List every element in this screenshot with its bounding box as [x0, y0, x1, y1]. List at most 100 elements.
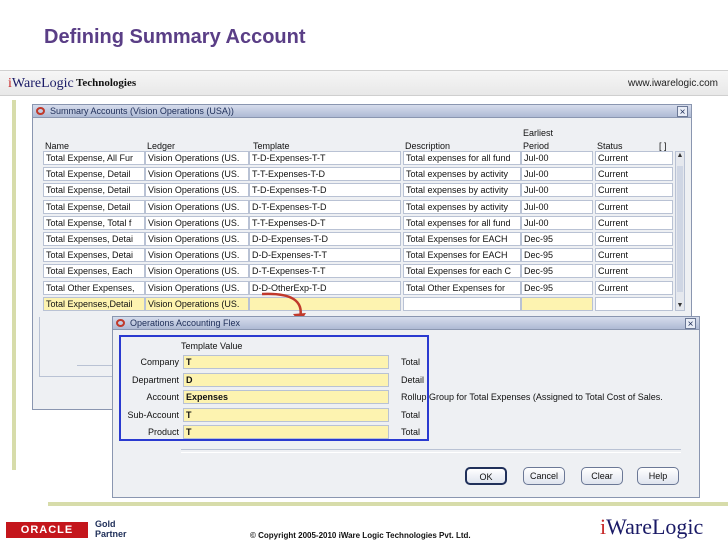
cancel-button[interactable]: Cancel [523, 467, 565, 485]
cell-description[interactable]: Total expenses by activity [403, 199, 521, 214]
cell-template[interactable]: D-D-Expenses-T-T [249, 248, 401, 263]
cell-template[interactable]: D-D-Expenses-T-D [249, 232, 401, 246]
oracle-logo: ORACLE [6, 522, 88, 538]
scroll-up-icon[interactable]: ▲ [676, 152, 684, 160]
table-row[interactable]: Total Expense, Detail Vision Operations (… [43, 199, 675, 214]
cell-description[interactable]: Total expenses by activity [403, 167, 521, 182]
cell-ledger[interactable]: Vision Operations (US. [145, 264, 249, 279]
brand-technologies: Technologies [76, 77, 137, 89]
scroll-down-icon[interactable]: ▼ [676, 302, 684, 310]
cell-ledger[interactable]: Vision Operations (US. [145, 151, 249, 165]
help-button[interactable]: Help [637, 467, 679, 485]
cell-template[interactable]: T-D-Expenses-T-T [249, 151, 401, 165]
cell-ledger[interactable]: Vision Operations (US. [145, 215, 249, 230]
cell-status[interactable]: Current [595, 232, 673, 246]
cell-name[interactable]: Total Other Expenses, [43, 280, 145, 295]
cell-ledger[interactable]: Vision Operations (US. [145, 248, 249, 263]
cell-ledger[interactable]: Vision Operations (US. [145, 296, 249, 311]
cell-description[interactable]: Total Expenses for each C [403, 264, 521, 279]
table-row[interactable]: Total Expenses, Each Vision Operations (U… [43, 264, 675, 279]
cell-period[interactable]: Jul-00 [521, 183, 593, 198]
column-header-earliest: Earliest [523, 128, 554, 138]
lower-frame-field [77, 365, 117, 366]
clear-button[interactable]: Clear [581, 467, 623, 485]
cell-description[interactable]: Total Expenses for EACH [403, 232, 521, 246]
cell-name[interactable]: Total Expenses, Each [43, 264, 145, 279]
close-icon[interactable]: × [685, 318, 696, 330]
table-row[interactable]: Total Expenses,Detail Vision Operations (… [43, 296, 675, 311]
cell-template[interactable]: T-D-Expenses-T-D [249, 183, 401, 198]
cell-name[interactable]: Total Expense, Detail [43, 183, 145, 198]
bottom-decor-stripe [48, 502, 728, 506]
cell-period[interactable]: Jul-00 [521, 215, 593, 230]
cell-status[interactable]: Current [595, 199, 673, 214]
cell-status[interactable]: Current [595, 248, 673, 263]
cell-description[interactable]: Total Expenses for EACH [403, 248, 521, 263]
table-row[interactable]: Total Other Expenses, Vision Operations (… [43, 280, 675, 295]
cell-period[interactable] [521, 296, 593, 311]
cell-description[interactable]: Total expenses for all fund [403, 151, 521, 165]
cell-period[interactable]: Jul-00 [521, 151, 593, 165]
cell-description[interactable]: Total expenses by activity [403, 183, 521, 198]
accounting-flex-window: Operations Accounting Flex × Template Va… [112, 316, 700, 498]
cell-template[interactable]: T-T-Expenses-D-T [249, 215, 401, 230]
cell-name[interactable]: Total Expense, All Fur [43, 151, 145, 165]
segment-label: Product [147, 427, 179, 437]
segment-label: Sub-Account [127, 409, 179, 420]
segment-value-field[interactable]: T [183, 355, 389, 369]
cell-period[interactable]: Dec-95 [521, 264, 593, 279]
cell-description[interactable]: Total Other Expenses for [403, 280, 521, 295]
cell-period[interactable]: Dec-95 [521, 248, 593, 263]
cell-period[interactable]: Dec-95 [521, 280, 593, 295]
cell-ledger[interactable]: Vision Operations (US. [145, 232, 249, 246]
segment-label: Account [146, 392, 179, 402]
cell-ledger[interactable]: Vision Operations (US. [145, 199, 249, 214]
segment-description: Rollup Group for Total Expenses (Assigne… [401, 392, 663, 402]
cell-status[interactable]: Current [595, 167, 673, 182]
cell-period[interactable]: Dec-95 [521, 232, 593, 246]
scrollbar-thumb[interactable] [677, 166, 683, 292]
cell-status[interactable]: Current [595, 215, 673, 230]
folder-bracket[interactable]: [ ] [659, 141, 667, 151]
cell-name[interactable]: Total Expenses,Detail [43, 296, 145, 311]
segment-value-field[interactable]: T [183, 407, 389, 422]
segment-value-field[interactable]: D [183, 372, 389, 387]
ok-button[interactable]: OK [465, 467, 507, 485]
segment-value-field[interactable]: Expenses [183, 390, 389, 404]
table-scrollbar[interactable]: ▲ ▼ [675, 151, 685, 311]
column-header-template: Template [253, 141, 290, 151]
cell-status[interactable]: Current [595, 264, 673, 279]
close-icon[interactable]: × [677, 106, 688, 118]
segment-description: Total [401, 357, 421, 367]
cell-name[interactable]: Total Expenses, Detai [43, 248, 145, 263]
cell-status[interactable] [595, 296, 673, 311]
column-header-description: Description [405, 141, 451, 151]
cell-period[interactable]: Jul-00 [521, 199, 593, 214]
cell-name[interactable]: Total Expense, Detail [43, 199, 145, 214]
table-row[interactable]: Total Expenses, Detai Vision Operations (… [43, 248, 675, 263]
cell-name[interactable]: Total Expense, Detail [43, 167, 145, 182]
cell-name[interactable]: Total Expenses, Detai [43, 232, 145, 246]
cell-description[interactable] [403, 296, 521, 311]
column-header-name: Name [45, 141, 70, 151]
oracle-form-icon [36, 107, 45, 115]
cell-status[interactable]: Current [595, 280, 673, 295]
cell-ledger[interactable]: Vision Operations (US. [145, 167, 249, 182]
cell-status[interactable]: Current [595, 151, 673, 165]
table-row[interactable]: Total Expense, Total f Vision Operations … [43, 215, 675, 230]
cell-status[interactable]: Current [595, 183, 673, 198]
gold-partner-label: Gold Partner [95, 519, 127, 539]
segment-value-field[interactable]: T [183, 425, 389, 439]
cell-template[interactable]: D-T-Expenses-T-D [249, 199, 401, 214]
cell-ledger[interactable]: Vision Operations (US. [145, 280, 249, 295]
table-row[interactable]: Total Expenses, Detai Vision Operations (… [43, 232, 675, 246]
cell-name[interactable]: Total Expense, Total f [43, 215, 145, 230]
cell-description[interactable]: Total expenses for all fund [403, 215, 521, 230]
cell-template[interactable]: D-T-Expenses-T-T [249, 264, 401, 279]
cell-period[interactable]: Jul-00 [521, 167, 593, 182]
cell-ledger[interactable]: Vision Operations (US. [145, 183, 249, 198]
table-row[interactable]: Total Expense, All Fur Vision Operations … [43, 151, 675, 165]
table-row[interactable]: Total Expense, Detail Vision Operations (… [43, 167, 675, 182]
cell-template[interactable]: T-T-Expenses-T-D [249, 167, 401, 182]
table-row[interactable]: Total Expense, Detail Vision Operations (… [43, 183, 675, 198]
